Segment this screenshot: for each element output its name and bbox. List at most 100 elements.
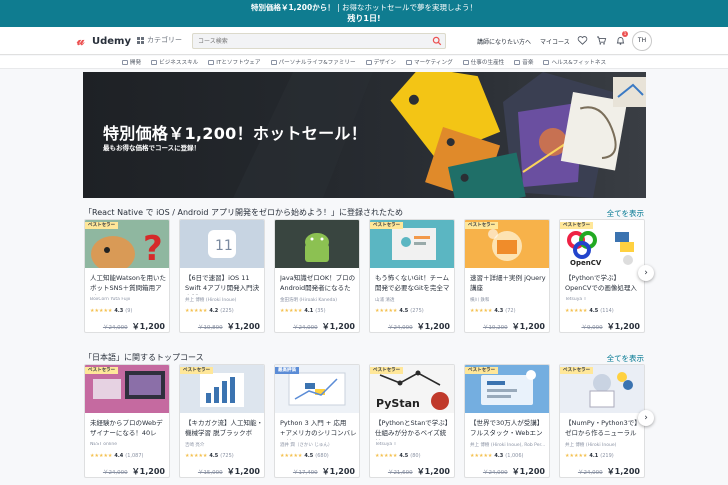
course-card[interactable]: Java知識ゼロOK！プロのAndroid開発者になるため... 金田浩明 (Hi… <box>274 219 360 333</box>
category-nav-label: デザイン <box>373 60 396 66</box>
course-title: 未経験からプロのWebデザイナーになる！40レッ... <box>90 419 163 440</box>
categories-menu-button[interactable]: カテゴリー <box>137 35 182 45</box>
course-price: ￥10,800 ￥1,200 <box>198 321 260 332</box>
rating-count: (275) <box>410 308 424 314</box>
course-title: Python 3 入門 + 応用 +アメリカのシリコンバレー流... <box>280 419 357 440</box>
section-title-japanese: 「日本語」に関するトップコース <box>84 353 204 362</box>
star-rating-icon: ★★★★★ <box>280 308 303 314</box>
monitor-icon <box>208 59 215 65</box>
course-card[interactable]: ベストセラー未経験からプロのWebデザイナーになる！40レッ... NEST on… <box>84 364 170 478</box>
course-price: ￥17,400 ￥1,200 <box>293 466 355 477</box>
promo-bold-text: 特別価格￥1,200から！ <box>250 3 335 12</box>
course-thumbnail: ベストセラー <box>465 365 549 413</box>
category-nav-item-it-software[interactable]: ITとソフトウェア <box>208 58 261 66</box>
cart-icon[interactable] <box>596 35 607 46</box>
star-rating-icon: ★★★★★ <box>470 308 493 314</box>
sale-price: ￥1,200 <box>606 467 640 476</box>
section-title-react-native: 「React Native で iOS / Android アプリ開発をゼロから… <box>84 208 403 217</box>
course-card[interactable]: ベストセラー 速習＋詳細＋実例 jQuery講座 横川 鉄和 ★★★★★ 4.3 (72)… <box>464 219 550 333</box>
hero-title: 特別価格￥1,200！ホットセール！ <box>103 124 368 143</box>
rating-value: 4.1 <box>304 308 314 314</box>
sale-price: ￥1,200 <box>606 322 640 331</box>
course-instructor: 井上 博樹 (Hiroki Inoue) <box>565 443 617 448</box>
music-icon <box>514 59 521 65</box>
category-nav-item-design[interactable]: デザイン <box>365 58 396 66</box>
original-price: ￥24,000 <box>102 325 128 331</box>
promo-banner[interactable]: 特別価格￥1,200から！ | お得なホットセールで夢を実現しよう！ 残り1日! <box>0 0 728 27</box>
heart-pulse-icon <box>543 59 550 65</box>
ios11-thumbnail: 11 <box>180 220 264 268</box>
category-nav-item-marketing[interactable]: マーケティング <box>405 58 453 66</box>
sale-price: ￥1,200 <box>511 467 545 476</box>
search-icon[interactable] <box>432 36 442 46</box>
my-courses-link[interactable]: マイコース <box>540 37 570 46</box>
course-card[interactable]: 最高評価 Python 3 入門 + 応用 +アメリカのシリコンバレー流... 酒井… <box>274 364 360 478</box>
star-rating-icon: ★★★★★ <box>90 453 113 459</box>
svg-text:OpenCV: OpenCV <box>570 259 602 267</box>
star-rating-icon: ★★★★★ <box>565 308 588 314</box>
course-instructor: 井上 博樹 (Hiroki Inoue) <box>185 298 237 303</box>
user-avatar[interactable]: TH <box>632 31 652 51</box>
course-price: ￥24,000 ￥1,200 <box>388 321 450 332</box>
original-price: ￥10,800 <box>197 325 223 331</box>
svg-text:11: 11 <box>215 238 233 254</box>
course-badge: ベストセラー <box>370 222 404 229</box>
course-badge: ベストセラー <box>560 222 594 229</box>
category-nav-item-health[interactable]: ヘルス&フィットネス <box>543 58 606 66</box>
category-nav-item-music[interactable]: 音楽 <box>514 58 533 66</box>
rating-count: (114) <box>600 308 614 314</box>
carousel-next-button[interactable]: › <box>638 410 654 426</box>
code-icon <box>121 59 128 65</box>
course-card[interactable]: OpenCV ベストセラー【Pythonで学ぶ】OpenCVでの画像処理入門 Tet… <box>559 219 645 333</box>
course-title: 人工知能Watsonを用いたボットSNS＋質問箱用アプ... <box>90 274 167 295</box>
udemy-logo[interactable]: 𝓊 Udemy <box>77 34 131 48</box>
become-instructor-link[interactable]: 講師になりたい方へ <box>477 37 531 46</box>
original-price: ￥21,600 <box>387 470 413 476</box>
course-card[interactable]: PyStan ベストセラー【PythonとStanで学ぶ】仕組みが分かるベイズ統計… <box>369 364 455 478</box>
category-nav-item-personal-life[interactable]: パーソナルライフ&ファミリー <box>270 58 356 66</box>
course-instructor: 横川 鉄和 <box>470 298 490 303</box>
svg-text:PyStan: PyStan <box>376 397 420 410</box>
course-rating: ★★★★★ 4.2 (225) <box>185 308 234 314</box>
original-price: ￥17,400 <box>292 470 318 476</box>
course-card[interactable]: ベストセラー【NumPy・Python3で】ゼロから作るニューラルネ... 井上 … <box>559 364 645 478</box>
android-thumbnail <box>275 220 359 268</box>
course-card[interactable]: ベストセラー【世界で30万人が受講】フルスタック・Webエンジ... 井上 博樹 … <box>464 364 550 478</box>
course-thumbnail: ベストセラー <box>370 220 454 268</box>
see-all-link[interactable]: 全てを表示 <box>607 208 644 219</box>
course-title: 【世界で30万人が受講】フルスタック・Webエンジ... <box>470 419 544 440</box>
heart-icon[interactable] <box>577 35 588 46</box>
rating-count: (725) <box>220 453 234 459</box>
original-price: ￥10,200 <box>482 325 508 331</box>
see-all-link[interactable]: 全てを表示 <box>607 353 644 364</box>
category-nav-item-development[interactable]: 開発 <box>121 58 142 66</box>
hero-banner[interactable]: 特別価格￥1,200！ホットセール！ 最もお得な価格でコースに登録！ <box>83 72 646 198</box>
course-rating: ★★★★★ 4.1 (35) <box>280 308 326 314</box>
course-card[interactable]: ベストセラー【キカガク流】人工知能・機械学習 脱ブラックボッ... 吉崎 亮介 ★★… <box>179 364 265 478</box>
sale-price: ￥1,200 <box>321 322 355 331</box>
course-thumbnail: PyStan ベストセラー <box>370 365 454 413</box>
search-input[interactable] <box>193 34 427 48</box>
course-badge: ベストセラー <box>370 367 404 374</box>
carousel-next-button[interactable]: › <box>638 265 654 281</box>
course-title: 【Pythonで学ぶ】OpenCVでの画像処理入門 <box>565 274 637 295</box>
course-card[interactable]: ベストセラーもう怖くないGit！チーム開発で必要なGitを完全マス... 山浦 清… <box>369 219 455 333</box>
course-card[interactable]: ? ベストセラー人工知能Watsonを用いたボットSNS＋質問箱用アプ... Box… <box>84 219 170 333</box>
rating-count: (80) <box>410 453 421 459</box>
rating-value: 4.5 <box>399 453 409 459</box>
course-badge: 最高評価 <box>275 367 299 374</box>
category-nav-label: 音楽 <box>522 60 534 66</box>
course-badge: ベストセラー <box>465 222 499 229</box>
category-nav-label: 開発 <box>129 60 142 66</box>
course-search-box <box>192 33 446 49</box>
course-instructor: 山浦 清透 <box>375 298 395 303</box>
sale-price: ￥1,200 <box>226 322 260 331</box>
course-card[interactable]: 11 【6日で速習】iOS 11 Swift 4アプリ開発入門決定版 2... 井上… <box>179 219 265 333</box>
original-price: ￥24,000 <box>482 470 508 476</box>
udemy-logo-icon: 𝓊 <box>77 33 85 49</box>
category-nav-item-business[interactable]: ビジネススキル <box>151 58 198 66</box>
book-icon <box>270 59 277 65</box>
course-price: ￥24,000 ￥1,200 <box>483 466 545 477</box>
category-nav-item-productivity[interactable]: 仕事の生産性 <box>462 58 504 66</box>
course-carousel-1: ? ベストセラー人工知能Watsonを用いたボットSNS＋質問箱用アプ... Box… <box>84 219 645 333</box>
